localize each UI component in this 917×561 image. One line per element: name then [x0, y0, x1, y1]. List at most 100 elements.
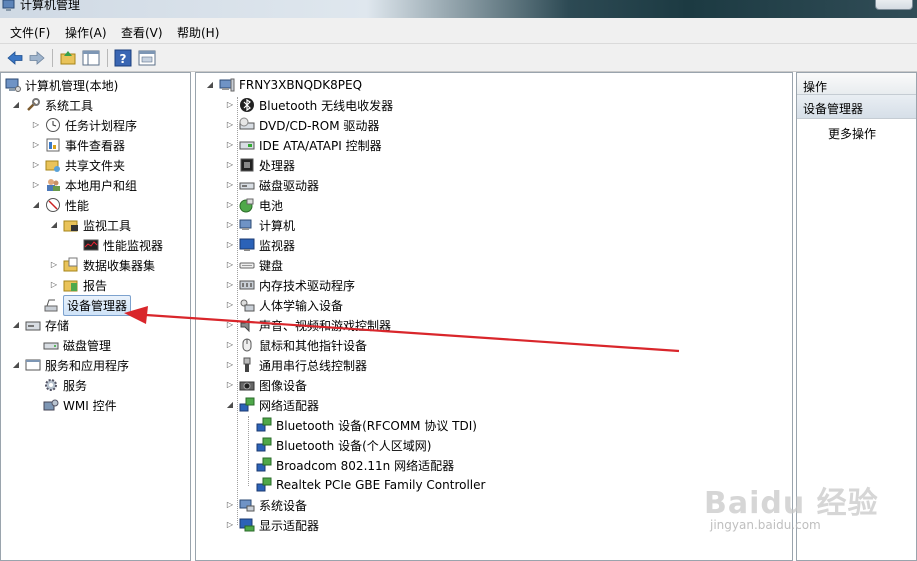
expand-icon[interactable]: ▷	[225, 100, 235, 110]
expand-icon[interactable]: ▷	[225, 280, 235, 290]
tree-item-system-tools[interactable]: ◢ 系统工具	[11, 95, 93, 115]
device-category-sound[interactable]: ▷ 声音、视频和游戏控制器	[225, 315, 391, 335]
expand-icon[interactable]: ▷	[225, 340, 235, 350]
expand-icon[interactable]: ▷	[31, 140, 41, 150]
up-folder-icon[interactable]	[58, 48, 78, 68]
expand-icon[interactable]: ▷	[225, 520, 235, 530]
expand-icon[interactable]: ▷	[225, 240, 235, 250]
forward-icon[interactable]	[27, 48, 47, 68]
collapse-icon[interactable]: ◢	[11, 320, 21, 330]
collapse-icon[interactable]: ◢	[225, 400, 235, 410]
device-category-hid[interactable]: ▷ 人体学输入设备	[225, 295, 343, 315]
actions-section-device-manager[interactable]: 设备管理器	[797, 95, 916, 119]
device-category-mouse[interactable]: ▷ 鼠标和其他指针设备	[225, 335, 367, 355]
back-icon[interactable]	[5, 48, 25, 68]
device-category-network-adapter[interactable]: ◢ 网络适配器	[225, 395, 319, 415]
network-adapter-item[interactable]: Realtek PCIe GBE Family Controller	[256, 475, 485, 495]
device-category-keyboard[interactable]: ▷ 键盘	[225, 255, 283, 275]
network-adapter-item[interactable]: Broadcom 802.11n 网络适配器	[256, 455, 454, 475]
collapse-icon[interactable]: ◢	[205, 80, 215, 90]
expand-icon[interactable]: ▷	[31, 160, 41, 170]
expand-icon[interactable]: ▷	[31, 120, 41, 130]
device-category-computer[interactable]: ▷ 计算机	[225, 215, 295, 235]
network-adapter-item[interactable]: Bluetooth 设备(个人区域网)	[256, 435, 431, 455]
tree-item-computer-root[interactable]: ◢ FRNY3XBNQDK8PEQ	[205, 75, 362, 95]
device-category-battery[interactable]: ▷ 电池	[225, 195, 283, 215]
collapse-icon[interactable]: ◢	[49, 220, 59, 230]
collapse-icon[interactable]: ◢	[31, 200, 41, 210]
network-adapter-item[interactable]: Bluetooth 设备(RFCOMM 协议 TDI)	[256, 415, 477, 435]
expand-icon[interactable]: ▷	[225, 120, 235, 130]
tree-item-monitoring-tools[interactable]: ◢ 监视工具	[49, 215, 131, 235]
device-category-processor[interactable]: ▷ 处理器	[225, 155, 295, 175]
expand-icon[interactable]: ▷	[225, 360, 235, 370]
expand-icon[interactable]: ▷	[225, 140, 235, 150]
tree-item-data-collector-sets[interactable]: ▷ 数据收集器集	[49, 255, 155, 275]
users-icon	[47, 179, 60, 191]
more-actions-link[interactable]: 更多操作	[828, 125, 876, 142]
tree-item-services-apps[interactable]: ◢ 服务和应用程序	[11, 355, 129, 375]
tree-item-disk-management[interactable]: 磁盘管理	[43, 335, 111, 355]
tree-item-wmi-control[interactable]: WMI 控件	[43, 395, 117, 415]
device-category-system-devices[interactable]: ▷ 系统设备	[225, 495, 307, 515]
help-icon[interactable]: ?	[113, 48, 133, 68]
expand-icon[interactable]: ▷	[225, 160, 235, 170]
menu-action[interactable]: 操作(A)	[65, 24, 107, 41]
window-title: 计算机管理	[20, 0, 81, 12]
expand-icon[interactable]: ▷	[225, 180, 235, 190]
device-category-disk-drive[interactable]: ▷ 磁盘驱动器	[225, 175, 319, 195]
properties-icon[interactable]	[137, 48, 157, 68]
tree-item-computer-management[interactable]: 计算机管理(本地)	[5, 75, 118, 95]
tree-item-device-manager[interactable]: 设备管理器	[43, 294, 132, 316]
tree-item-task-scheduler[interactable]: ▷ 任务计划程序	[31, 115, 137, 135]
collapse-icon[interactable]: ◢	[11, 100, 21, 110]
device-category-bluetooth[interactable]: ▷ Bluetooth 无线电收发器	[225, 95, 393, 115]
menu-view[interactable]: 查看(V)	[121, 24, 163, 41]
expand-icon[interactable]: ▷	[49, 280, 59, 290]
expand-icon[interactable]: ▷	[225, 200, 235, 210]
baidu-watermark: Baidu 经验 jingyan.baidu.com	[704, 478, 904, 538]
menu-help[interactable]: 帮助(H)	[177, 24, 219, 41]
expand-icon[interactable]: ▷	[225, 320, 235, 330]
tree-item-reports[interactable]: ▷ 报告	[49, 275, 107, 295]
expand-icon[interactable]: ▷	[225, 220, 235, 230]
expand-icon[interactable]: ▷	[225, 260, 235, 270]
expand-icon[interactable]: ▷	[31, 180, 41, 190]
bluetooth-icon	[240, 98, 254, 112]
device-category-camera[interactable]: ▷ 图像设备	[225, 375, 307, 395]
expand-icon[interactable]: ▷	[225, 380, 235, 390]
tree-item-services[interactable]: 服务	[43, 375, 87, 395]
data-collector-icon	[63, 257, 78, 272]
device-category-usb[interactable]: ▷ 通用串行总线控制器	[225, 355, 367, 375]
show-hide-tree-icon[interactable]	[81, 48, 101, 68]
tree-guide-line	[248, 416, 249, 486]
device-category-ide-controller[interactable]: ▷ IDE ATA/ATAPI 控制器	[225, 135, 382, 155]
tree-item-performance-monitor[interactable]: 性能监视器	[83, 235, 163, 255]
menu-file[interactable]: 文件(F)	[10, 24, 50, 41]
camera-icon	[239, 381, 255, 391]
tree-item-storage[interactable]: ◢ 存储	[11, 315, 69, 335]
tree-item-event-viewer[interactable]: ▷ 事件查看器	[31, 135, 125, 155]
storage-icon	[25, 321, 41, 331]
navigation-tree-pane[interactable]: 计算机管理(本地) ◢ 系统工具 ▷ 任务计划程序 ▷ 事件查看器 ▷ 共享文件…	[0, 72, 191, 561]
tree-item-shared-folders[interactable]: ▷ 共享文件夹	[31, 155, 125, 175]
collapse-icon[interactable]: ◢	[11, 360, 21, 370]
watermark-url: jingyan.baidu.com	[710, 518, 821, 532]
expand-icon[interactable]: ▷	[225, 500, 235, 510]
tree-item-local-users[interactable]: ▷ 本地用户和组	[31, 175, 137, 195]
device-category-dvd-drive[interactable]: ▷ DVD/CD-ROM 驱动器	[225, 115, 379, 135]
processor-icon	[240, 158, 254, 172]
expand-icon[interactable]: ▷	[225, 300, 235, 310]
toolbar-separator	[107, 49, 108, 67]
services-apps-icon	[25, 359, 41, 371]
device-category-display-adapter[interactable]: ▷ 显示适配器	[225, 515, 319, 535]
keyboard-icon	[239, 262, 255, 269]
device-category-memory[interactable]: ▷ 内存技术驱动程序	[225, 275, 355, 295]
close-button[interactable]	[875, 0, 913, 10]
expand-icon[interactable]: ▷	[49, 260, 59, 270]
ide-controller-icon	[239, 141, 255, 150]
device-category-monitor[interactable]: ▷ 监视器	[225, 235, 295, 255]
toolbar-separator	[52, 49, 53, 67]
memory-icon	[239, 280, 255, 290]
tree-item-performance[interactable]: ◢ 性能	[31, 195, 89, 215]
